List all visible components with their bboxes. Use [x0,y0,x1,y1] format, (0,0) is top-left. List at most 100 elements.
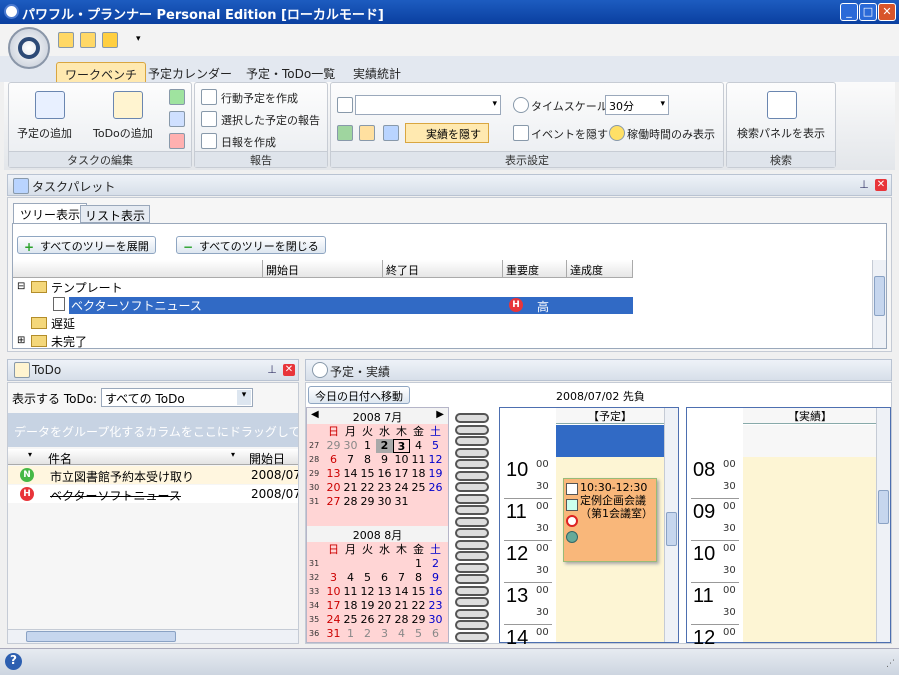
calendar-day[interactable]: 23 [427,599,444,613]
tab-schedule-todo-list[interactable]: 予定・ToDo一覧 [238,62,343,82]
calendar-day[interactable]: 26 [427,481,444,495]
calendar-day[interactable]: 28 [393,613,410,627]
calendar-day[interactable]: 3 [376,627,393,641]
calendar-day[interactable]: 4 [393,627,410,641]
filter-icon[interactable]: ▾ [28,450,32,459]
calendar-day[interactable]: 12 [427,453,444,467]
col-priority[interactable]: 重要度 [503,260,567,278]
collapse-tree-icon[interactable]: ⊟ [17,281,25,292]
add-item-icon[interactable] [169,89,185,105]
qa-dropdown-icon[interactable]: ▾ [136,34,141,44]
filter-icon[interactable]: ▾ [231,450,235,459]
calendar-day[interactable]: 7 [393,571,410,585]
wrench-icon[interactable] [102,32,118,48]
notes-icon[interactable] [80,32,96,48]
scrollbar-thumb[interactable] [874,276,885,316]
calendar-day[interactable]: 10 [325,585,342,599]
tab-tree-view[interactable]: ツリー表示 [13,203,88,223]
goto-today-button[interactable]: 今日の日付へ移動 [308,386,410,404]
event-block[interactable]: 10:30-12:30 定例企画会議（第1会議室） [563,478,657,562]
delete-item-icon[interactable] [169,133,185,149]
calendar-day[interactable]: 2 [359,627,376,641]
tree-item-incomplete[interactable]: 未完了 [51,333,87,350]
scrollbar-thumb[interactable] [878,490,889,524]
hide-event-button[interactable]: イベントを隠す [531,126,608,142]
tab-statistics[interactable]: 実績統計 [345,62,409,82]
calendar-day[interactable]: 19 [427,467,444,481]
calendar-day[interactable]: 13 [325,467,342,481]
timescale-select[interactable]: 30分 ▾ [605,95,669,115]
create-plan-button[interactable]: 行動予定を作成 [221,90,298,106]
scrollbar-thumb[interactable] [666,512,677,546]
calendar-day[interactable]: 19 [359,599,376,613]
calendar-day[interactable]: 5 [410,627,427,641]
next-month-icon[interactable]: ▶ [436,409,444,420]
calendar-day[interactable]: 4 [342,571,359,585]
tree-item-template[interactable]: テンプレート [51,279,123,296]
pin-icon[interactable]: ⊥ [266,364,278,376]
allday-area[interactable] [743,425,877,457]
create-daily-button[interactable]: 日報を作成 [221,134,276,150]
actual-scrollbar[interactable] [876,408,890,642]
hide-actual-button[interactable]: 実績を隠す [405,123,489,143]
calendar-day[interactable]: 29 [410,613,427,627]
work-time-only-button[interactable]: 稼働時間のみ表示 [627,126,715,142]
col-progress[interactable]: 達成度 [567,260,633,278]
calendar-day[interactable]: 11 [410,453,427,467]
col-end[interactable]: 終了日 [383,260,503,278]
close-panel-icon[interactable]: ✕ [283,364,295,376]
calendar-day[interactable]: 18 [342,599,359,613]
calendar-day[interactable]: 1 [410,557,427,571]
close-panel-icon[interactable]: ✕ [875,179,887,191]
close-button[interactable]: ✕ [878,3,896,21]
edit-item-icon[interactable] [169,111,185,127]
todo-filter-select[interactable]: すべての ToDo ▾ [101,388,253,407]
calendar-day[interactable]: 22 [410,599,427,613]
calendar-day[interactable]: 16 [376,467,393,481]
calendar-day[interactable]: 6 [427,627,444,641]
save-icon[interactable] [337,125,353,141]
pin-icon[interactable]: ⊥ [858,179,870,191]
calendar-day[interactable]: 24 [393,481,410,495]
col-start[interactable]: 開始日 [263,260,383,278]
calendar-day[interactable]: 22 [359,481,376,495]
calendar-day[interactable]: 15 [410,585,427,599]
calendar-day[interactable]: 16 [427,585,444,599]
layers-icon[interactable] [383,125,399,141]
group-drop-area[interactable]: データをグループ化するカラムをここにドラッグしてくださ [8,413,298,447]
calendar-day[interactable]: 6 [376,571,393,585]
tab-workbench[interactable]: ワークベンチ [56,62,147,82]
calendar-day[interactable]: 31 [393,495,410,509]
calendar-day[interactable]: 20 [376,599,393,613]
calendar-day[interactable]: 1 [359,439,376,453]
collapse-all-button[interactable]: すべてのツリーを閉じる [176,236,326,254]
calendar-day[interactable]: 14 [393,585,410,599]
calendar-day[interactable]: 4 [410,439,427,453]
calendar-day[interactable]: 30 [376,495,393,509]
tab-list-view[interactable]: リスト表示 [80,205,151,223]
resize-grip-icon[interactable]: ⋰ [886,659,895,669]
calendar-day[interactable]: 8 [359,453,376,467]
add-event-button[interactable]: 予定の追加 [17,125,72,141]
calendar-day[interactable]: 3 [325,571,342,585]
add-todo-button[interactable]: ToDoの追加 [93,125,153,141]
home-icon[interactable] [359,125,375,141]
calendar-day[interactable]: 28 [342,495,359,509]
calendar-day[interactable]: 9 [376,453,393,467]
calendar-day[interactable]: 31 [325,627,342,641]
calendar-day[interactable]: 25 [410,481,427,495]
calendar-day[interactable]: 14 [342,467,359,481]
prev-month-icon[interactable]: ◀ [311,409,319,420]
plan-scrollbar[interactable] [664,408,678,642]
calendar-day[interactable]: 6 [325,453,342,467]
calendar-day[interactable]: 25 [342,613,359,627]
calendar-day[interactable]: 11 [342,585,359,599]
maximize-button[interactable]: □ [859,3,877,21]
calendar-day[interactable]: 21 [342,481,359,495]
view-combo[interactable]: ▾ [355,95,501,115]
calendar-day[interactable]: 2 [376,439,393,453]
calendar-day[interactable]: 18 [410,467,427,481]
calendar-day[interactable]: 1 [342,627,359,641]
calendar-day[interactable]: 23 [376,481,393,495]
expand-all-button[interactable]: すべてのツリーを展開 [17,236,156,254]
